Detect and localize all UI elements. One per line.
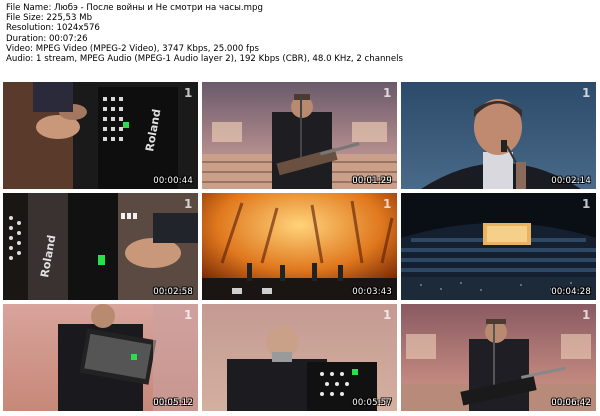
timestamp: 00:04:28: [551, 287, 591, 297]
roland-accordion-image: Roland: [3, 193, 198, 300]
channel-logo: 1: [184, 308, 193, 322]
thumbnail-9[interactable]: 1 00:06:42: [401, 304, 596, 411]
timestamp: 00:05:12: [153, 398, 193, 408]
channel-logo: 1: [383, 86, 392, 100]
timestamp: 00:06:42: [551, 398, 591, 408]
thumbnail-3[interactable]: 1 00:02:14: [401, 82, 596, 189]
thumbnail-6[interactable]: 1 00:04:28: [401, 193, 596, 300]
channel-logo: 1: [383, 308, 392, 322]
channel-logo: 1: [582, 308, 591, 322]
thumbnail-2[interactable]: 1 00:01:29: [202, 82, 397, 189]
thumbnail-5[interactable]: 1 00:03:43: [202, 193, 397, 300]
channel-logo: 1: [184, 197, 193, 211]
channel-logo: 1: [383, 197, 392, 211]
thumbnail-grid: Roland 1 00:00:44 1 00:01:29 1 00:02:14 …: [0, 0, 600, 416]
timestamp: 00:00:44: [153, 176, 193, 186]
thumbnail-4[interactable]: Roland 1 00:02:58: [3, 193, 198, 300]
singer-closeup-image: [401, 82, 596, 189]
channel-logo: 1: [582, 86, 591, 100]
thumbnail-7[interactable]: 1 00:05:12: [3, 304, 198, 411]
timestamp: 00:01:29: [352, 176, 392, 186]
singer-guitar-stage-image: [401, 304, 596, 411]
timestamp: 00:03:43: [352, 287, 392, 297]
singer-guitar-stage-image: [202, 82, 397, 189]
accordion-player-bald-image: [202, 304, 397, 411]
accordion-closeup-image: Roland: [3, 82, 198, 189]
arena-wide-image: [401, 193, 596, 300]
timestamp: 00:02:14: [551, 176, 591, 186]
channel-logo: 1: [184, 86, 193, 100]
channel-logo: 1: [582, 197, 591, 211]
thumbnail-8[interactable]: 1 00:05:57: [202, 304, 397, 411]
thumbnail-1[interactable]: Roland 1 00:00:44: [3, 82, 198, 189]
stage-wide-orange-image: [202, 193, 397, 300]
timestamp: 00:02:58: [153, 287, 193, 297]
accordion-player-image: [3, 304, 198, 411]
timestamp: 00:05:57: [352, 398, 392, 408]
